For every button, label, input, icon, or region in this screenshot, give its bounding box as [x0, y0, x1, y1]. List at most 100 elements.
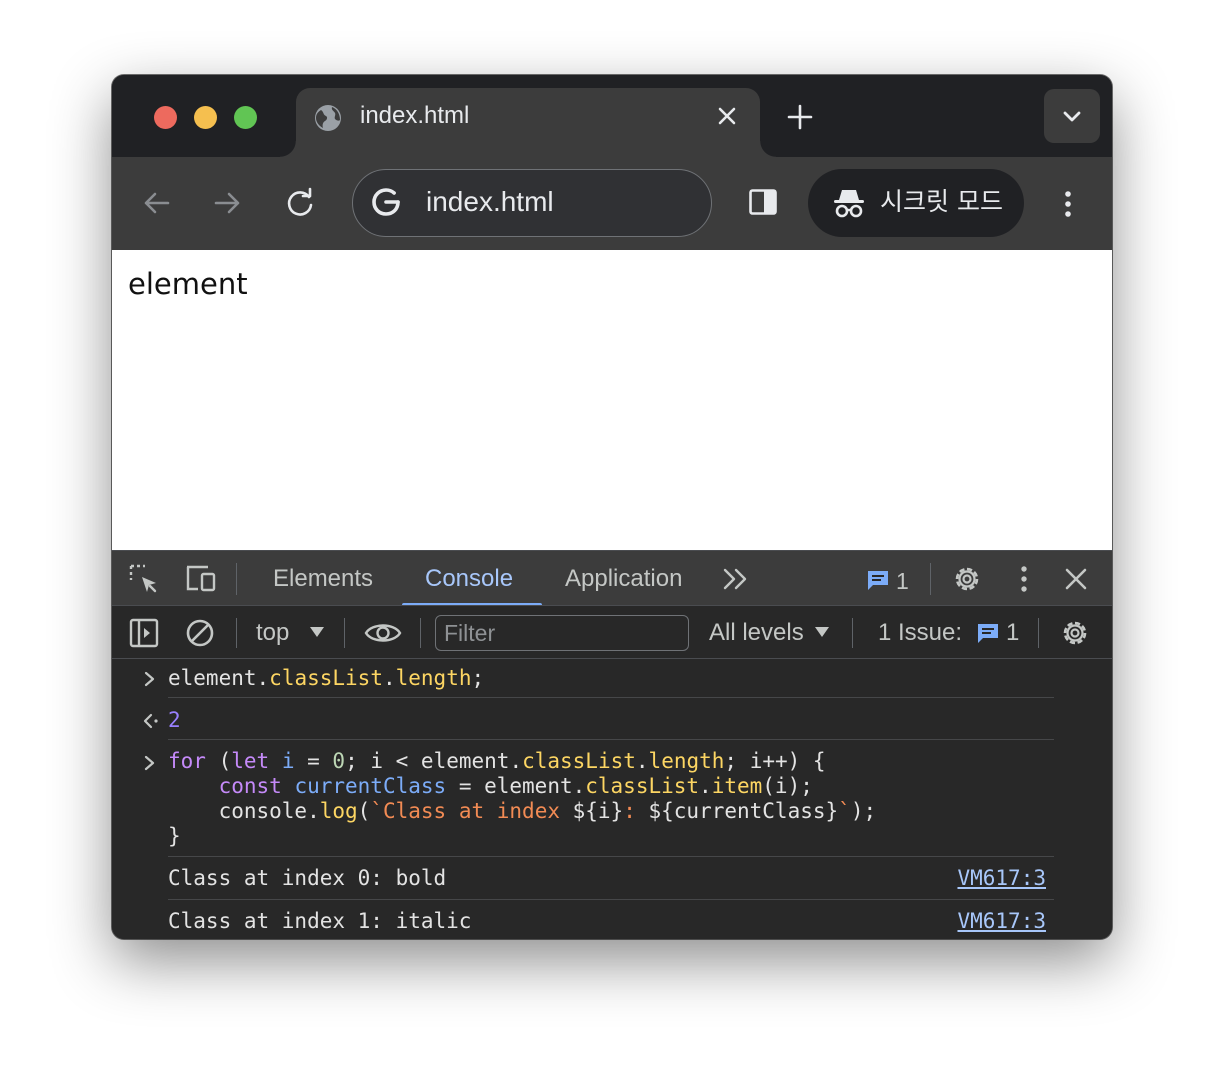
code-token: (	[357, 799, 371, 823]
console-input-line: for (let i = 0; i < element.classList.le…	[168, 749, 826, 774]
live-expression-eye-icon[interactable]	[364, 618, 402, 648]
code-token: ;	[471, 666, 485, 690]
back-arrow-icon[interactable]	[138, 185, 174, 221]
console-log-message: Class at index 1: italic	[168, 909, 472, 933]
url-text: index.html	[426, 186, 554, 217]
code-token: classList	[585, 774, 700, 798]
clear-console-icon[interactable]	[184, 617, 216, 649]
console-input-line: }	[168, 824, 181, 848]
code-token: console.	[218, 799, 320, 823]
tab-strip: index.html	[112, 75, 1112, 157]
context-selector[interactable]: top	[256, 619, 289, 647]
tab-application[interactable]: Application	[565, 565, 682, 593]
close-devtools-icon[interactable]	[1060, 563, 1092, 595]
tab-elements[interactable]: Elements	[273, 565, 373, 593]
browser-toolbar: index.html 시크릿 모드	[112, 157, 1112, 250]
code-token: let	[231, 749, 270, 773]
globe-icon	[315, 105, 341, 131]
incognito-icon	[834, 190, 864, 218]
code-token: );	[850, 799, 877, 823]
code-token: .	[256, 666, 270, 690]
code-token: :	[623, 799, 649, 823]
console-output: element.classList.length; 2 for (let i =…	[112, 659, 1112, 939]
log-source-link[interactable]: VM617:3	[957, 866, 1046, 891]
console-toolbar: top All levels 1 Issue: 1	[112, 605, 1112, 659]
incognito-label: 시크릿 모드	[880, 187, 1003, 216]
tab-search-button[interactable]	[1044, 89, 1100, 143]
more-menu-icon[interactable]	[1056, 185, 1080, 221]
code-token: = element.	[446, 774, 586, 798]
side-panel-icon[interactable]	[748, 187, 778, 217]
devtools-menu-icon[interactable]	[1012, 563, 1036, 595]
more-tabs-icon[interactable]	[722, 566, 750, 592]
code-token: ; i < element.	[345, 749, 523, 773]
inspect-element-icon[interactable]	[128, 563, 160, 595]
console-result-value: 2	[168, 708, 181, 732]
input-prompt-icon	[144, 755, 155, 771]
address-bar[interactable]: index.html	[352, 169, 712, 237]
result-arrow-icon	[143, 713, 158, 729]
code-token: .	[635, 749, 649, 773]
triangle-down-icon[interactable]	[308, 625, 326, 639]
separator	[236, 618, 237, 648]
triangle-down-icon[interactable]	[813, 625, 831, 639]
console-input-line: const currentClass = element.classList.i…	[168, 774, 813, 799]
console-input-line: element.classList.length;	[168, 666, 484, 691]
separator	[930, 563, 931, 595]
devtools-tab-bar: Elements Console Application 1	[112, 550, 1112, 606]
new-tab-icon[interactable]	[784, 101, 816, 133]
code-token: classList	[522, 749, 636, 773]
messages-count: 1	[896, 568, 909, 594]
filter-input[interactable]	[435, 615, 689, 651]
console-settings-gear-icon[interactable]	[1058, 616, 1092, 650]
tab-console[interactable]: Console	[425, 565, 513, 593]
close-window-button[interactable]	[154, 106, 177, 129]
web-page-content: element	[112, 250, 1112, 550]
browser-tab[interactable]: index.html	[280, 88, 776, 157]
code-token: `	[838, 799, 851, 823]
separator	[236, 563, 237, 595]
code-token: length	[648, 749, 725, 773]
log-levels-dropdown[interactable]: All levels	[709, 619, 804, 647]
console-input-line: console.log(`Class at index ${i}: ${curr…	[168, 799, 877, 824]
sidebar-toggle-icon[interactable]	[128, 617, 160, 649]
page-text: element	[128, 267, 248, 301]
device-toolbar-icon[interactable]	[184, 563, 218, 595]
row-divider	[168, 856, 1054, 857]
issues-count: 1	[1006, 619, 1020, 646]
reload-icon[interactable]	[282, 185, 318, 221]
google-g-icon	[372, 188, 400, 216]
console-log-message: Class at index 0: bold	[168, 866, 447, 890]
tab-title: index.html	[360, 102, 470, 129]
code-token: (	[205, 749, 232, 773]
browser-window: index.html index.html 시크릿 모드 element Ele…	[112, 75, 1112, 939]
zoom-window-button[interactable]	[234, 106, 257, 129]
forward-arrow-icon[interactable]	[210, 185, 246, 221]
code-token: classList	[269, 666, 383, 690]
code-token: 0	[332, 749, 346, 773]
code-token: (i);	[762, 774, 813, 798]
minimize-window-button[interactable]	[194, 106, 217, 129]
code-token: =	[294, 749, 333, 773]
code-token: element	[168, 666, 257, 690]
close-tab-icon[interactable]	[712, 101, 742, 131]
code-token: `Class at index	[370, 799, 573, 823]
code-token: ${currentClass}	[648, 799, 839, 823]
code-token: i	[281, 749, 295, 773]
log-source-link[interactable]: VM617:3	[957, 909, 1046, 934]
gear-icon[interactable]	[950, 562, 984, 596]
code-token: ; i++) {	[724, 749, 826, 773]
message-icon[interactable]	[866, 568, 890, 592]
code-token: .	[382, 666, 396, 690]
chevron-down-icon	[1063, 111, 1081, 122]
separator	[420, 618, 421, 648]
row-divider	[168, 697, 1054, 698]
issues-label[interactable]: 1 Issue:	[878, 619, 962, 647]
incognito-badge[interactable]: 시크릿 모드	[808, 169, 1024, 237]
code-token: log	[319, 799, 358, 823]
row-divider	[168, 899, 1054, 900]
issue-message-icon[interactable]	[976, 621, 1000, 645]
